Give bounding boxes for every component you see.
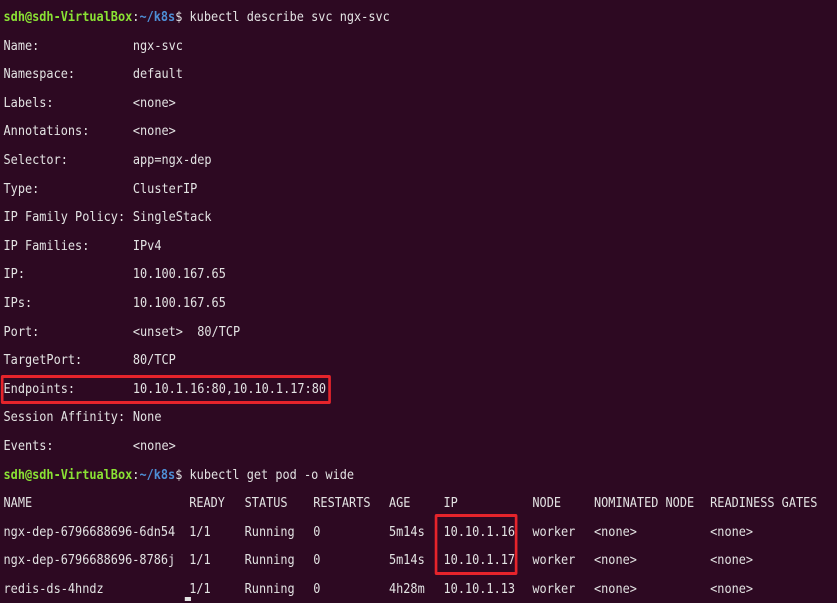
describe-key: IP: — [3, 266, 25, 283]
cell-age: 5m14s — [388, 552, 425, 569]
prompt-user: sdh@sdh-VirtualBox — [3, 9, 133, 25]
describe-value: IPv4 — [132, 237, 162, 254]
col-header-nominated-node: NOMINATED NODE — [594, 495, 695, 512]
table-row: ngx-dep-6796688696-6dn54 1/1 Running 0 5m14s… — [3, 513, 837, 575]
cell-status: Running — [244, 552, 295, 569]
describe-row: Selector: app=ngx-dep — [4, 146, 837, 175]
col-header-readiness-gates: READINESS GATES — [710, 495, 818, 512]
describe-row: IPs: 10.100.167.65 — [4, 289, 837, 318]
describe-value: <none> — [132, 94, 176, 111]
table-row: redis-ds-4hndz 1/1 Running 0 4h28m 10.10.1.13… — [4, 575, 837, 603]
describe-key: Type: — [3, 180, 40, 197]
describe-value: ClusterIP — [132, 180, 198, 197]
describe-value: None — [132, 409, 162, 426]
describe-value: <none> — [132, 123, 176, 140]
cell-ip: 10.10.1.17 — [443, 552, 516, 569]
prompt-path: ~/k8s — [139, 466, 176, 483]
cell-readiness-gates: <none> — [710, 523, 754, 540]
describe-value: <unset> 80/TCP — [132, 323, 241, 340]
cell-restarts: 0 — [313, 552, 321, 569]
table-row: ngx-dep-6796688696-8786j 1/1 Running 0 5m14s… — [4, 546, 837, 575]
describe-row: Annotations: <none> — [4, 117, 837, 146]
describe-value: ngx-svc — [132, 37, 183, 54]
describe-row: Port: <unset> 80/TCP — [4, 318, 837, 347]
describe-key: TargetPort: — [3, 352, 83, 369]
describe-key: IP Families: — [3, 237, 90, 254]
describe-key: IPs: — [3, 294, 33, 311]
describe-row: Name: ngx-svc — [4, 32, 837, 61]
describe-row: IP Families: IPv4 — [4, 232, 837, 261]
describe-value: 80/TCP — [132, 352, 176, 369]
terminal-window[interactable]: sdh@sdh-VirtualBox:~/k8s$ kubectl descri… — [0, 0, 837, 601]
describe-value: default — [132, 66, 183, 83]
describe-value: 10.100.167.65 — [132, 266, 226, 283]
prompt-line-2: sdh@sdh-VirtualBox:~/k8s$ kubectl get po… — [4, 461, 837, 490]
describe-value: SingleStack — [132, 209, 212, 226]
cell-nominated-node: <none> — [594, 580, 637, 597]
describe-key: Name: — [3, 37, 40, 54]
describe-key: Session Affinity: — [3, 409, 126, 426]
command-text: kubectl describe svc ngx-svc — [189, 9, 390, 25]
col-header-age: AGE — [388, 495, 411, 512]
cell-readiness-gates: <none> — [710, 552, 754, 569]
prompt-path: ~/k8s — [139, 9, 176, 25]
prompt-dollar: $ — [175, 9, 190, 25]
cell-node: worker — [532, 523, 576, 540]
cell-readiness-gates: <none> — [710, 580, 754, 597]
describe-row: Events: <none> — [4, 432, 837, 461]
describe-row: Type: ClusterIP — [4, 175, 837, 204]
cell-status: Running — [244, 580, 295, 597]
cell-ready: 1/1 — [189, 523, 211, 540]
cell-restarts: 0 — [313, 523, 321, 540]
col-header-node: NODE — [532, 495, 562, 512]
describe-value: 10.100.167.65 — [132, 294, 226, 311]
cell-node: worker — [532, 552, 576, 569]
cell-name: redis-ds-4hndz — [3, 580, 104, 597]
col-header-ready: READY — [189, 495, 225, 512]
prompt-line-1: sdh@sdh-VirtualBox:~/k8s$ kubectl descri… — [4, 3, 837, 32]
describe-key: Port: — [3, 323, 40, 340]
cell-ip: 10.10.1.13 — [443, 580, 516, 597]
describe-row: Session Affinity: None — [4, 403, 837, 432]
command-text: kubectl get pod -o wide — [189, 466, 355, 483]
describe-key: Endpoints: — [3, 380, 76, 397]
describe-key: Namespace: — [3, 66, 76, 83]
describe-row: IP: 10.100.167.65 — [4, 260, 837, 289]
cell-name: ngx-dep-6796688696-8786j — [3, 552, 176, 569]
describe-value: app=ngx-dep — [132, 151, 212, 168]
cell-restarts: 0 — [313, 580, 321, 597]
cell-node: worker — [532, 580, 576, 597]
describe-key: Labels: — [3, 94, 54, 111]
text-cursor — [184, 597, 191, 601]
col-header-status: STATUS — [244, 495, 288, 512]
pod-table-header: NAME READY STATUS RESTARTS AGE IP NODE NOMINATE… — [4, 489, 837, 518]
describe-row: TargetPort: 80/TCP — [4, 346, 837, 375]
cell-nominated-node: <none> — [594, 552, 637, 569]
describe-key: Annotations: — [3, 123, 90, 140]
describe-key: IP Family Policy: — [3, 209, 126, 226]
endpoints-value: 10.10.1.16:80,10.10.1.17:80 — [132, 380, 326, 397]
cell-ready: 1/1 — [189, 580, 211, 597]
cell-name: ngx-dep-6796688696-6dn54 — [3, 523, 176, 540]
endpoints-row: Endpoints: 10.10.1.16:80,10.10.1.17:80 — [0, 374, 837, 404]
describe-row: Namespace: default — [4, 60, 837, 89]
cell-ip: 10.10.1.16 — [443, 523, 516, 540]
describe-row: IP Family Policy: SingleStack — [4, 203, 837, 232]
describe-row: Labels: <none> — [4, 89, 837, 118]
describe-key: Events: — [3, 437, 54, 454]
prompt-user: sdh@sdh-VirtualBox — [3, 466, 133, 483]
cell-age: 4h28m — [388, 580, 425, 597]
describe-value: <none> — [132, 437, 176, 454]
cell-status: Running — [244, 523, 295, 540]
col-header-restarts: RESTARTS — [313, 495, 371, 512]
describe-key: Selector: — [3, 151, 68, 168]
cell-nominated-node: <none> — [594, 523, 637, 540]
cell-ready: 1/1 — [189, 552, 211, 569]
col-header-name: NAME — [3, 495, 33, 512]
cell-age: 5m14s — [388, 523, 425, 540]
col-header-ip: IP — [443, 495, 458, 512]
prompt-dollar: $ — [175, 466, 190, 483]
